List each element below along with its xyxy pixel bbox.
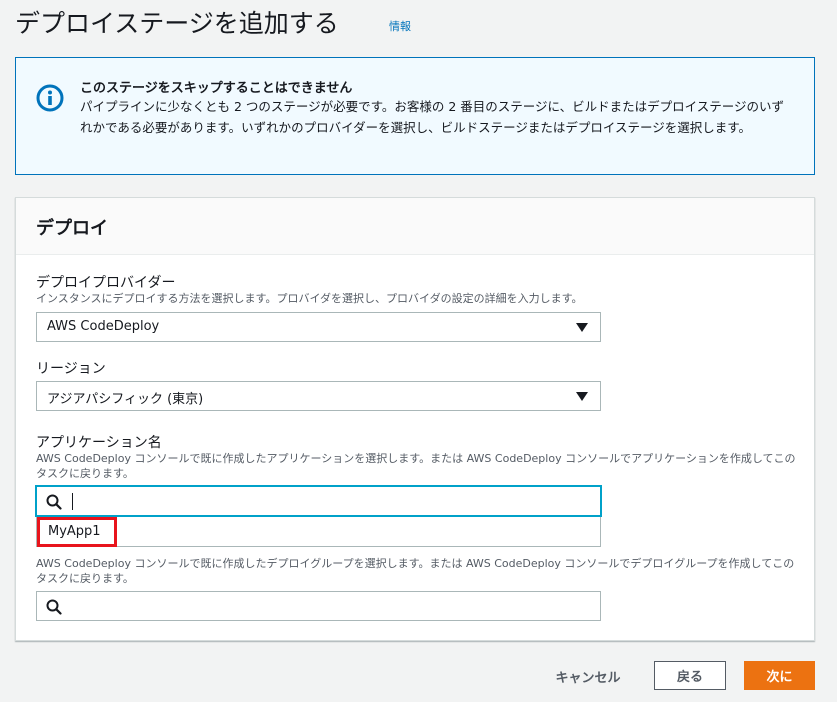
- application-option[interactable]: MyApp1: [37, 517, 117, 547]
- region-select-value: アジアパシフィック (東京): [47, 392, 204, 407]
- deployment-group-search[interactable]: [36, 591, 601, 621]
- application-search[interactable]: [36, 486, 601, 516]
- provider-select[interactable]: AWS CodeDeploy: [36, 312, 601, 342]
- region-select[interactable]: アジアパシフィック (東京): [36, 381, 601, 411]
- provider-select-value: AWS CodeDeploy: [47, 319, 160, 334]
- alert-body: パイプラインに少なくとも 2 つのステージが必要です。お客様の 2 番目のステー…: [80, 99, 785, 135]
- alert-title: このステージをスキップすることはできません: [80, 81, 353, 96]
- text-cursor: [72, 493, 73, 510]
- panel-header: デプロイ: [16, 198, 814, 255]
- region-label: リージョン: [36, 361, 106, 377]
- deploy-panel: デプロイ デプロイプロバイダー インスタンスにデプロイする方法を選択します。プロ…: [15, 197, 815, 641]
- skip-stage-alert: このステージをスキップすることはできません パイプラインに少なくとも 2 つのス…: [15, 57, 815, 175]
- page-title: デプロイステージを追加する: [15, 9, 339, 38]
- caret-down-icon: [576, 392, 588, 401]
- provider-description: インスタンスにデプロイする方法を選択します。プロバイダを選択し、プロバイダの設定…: [36, 292, 583, 305]
- application-dropdown: MyApp1: [36, 517, 601, 547]
- next-button[interactable]: 次に: [744, 661, 815, 690]
- info-circle-icon: [36, 84, 64, 112]
- deployment-group-description: AWS CodeDeploy コンソールで既に作成したデプロイグループを選択しま…: [36, 557, 795, 585]
- provider-label: デプロイプロバイダー: [36, 275, 176, 291]
- application-search-input[interactable]: [71, 490, 591, 512]
- application-description: AWS CodeDeploy コンソールで既に作成したアプリケーションを選択しま…: [36, 452, 796, 480]
- info-link[interactable]: 情報: [389, 18, 411, 34]
- panel-title: デプロイ: [36, 218, 108, 239]
- cancel-button[interactable]: キャンセル: [540, 662, 636, 690]
- back-button[interactable]: 戻る: [654, 661, 726, 690]
- caret-down-icon: [576, 323, 588, 332]
- search-icon: [46, 494, 62, 510]
- deployment-group-search-input[interactable]: [71, 595, 591, 617]
- application-label: アプリケーション名: [36, 435, 162, 451]
- application-option-label: MyApp1: [48, 524, 101, 539]
- search-icon: [46, 599, 62, 615]
